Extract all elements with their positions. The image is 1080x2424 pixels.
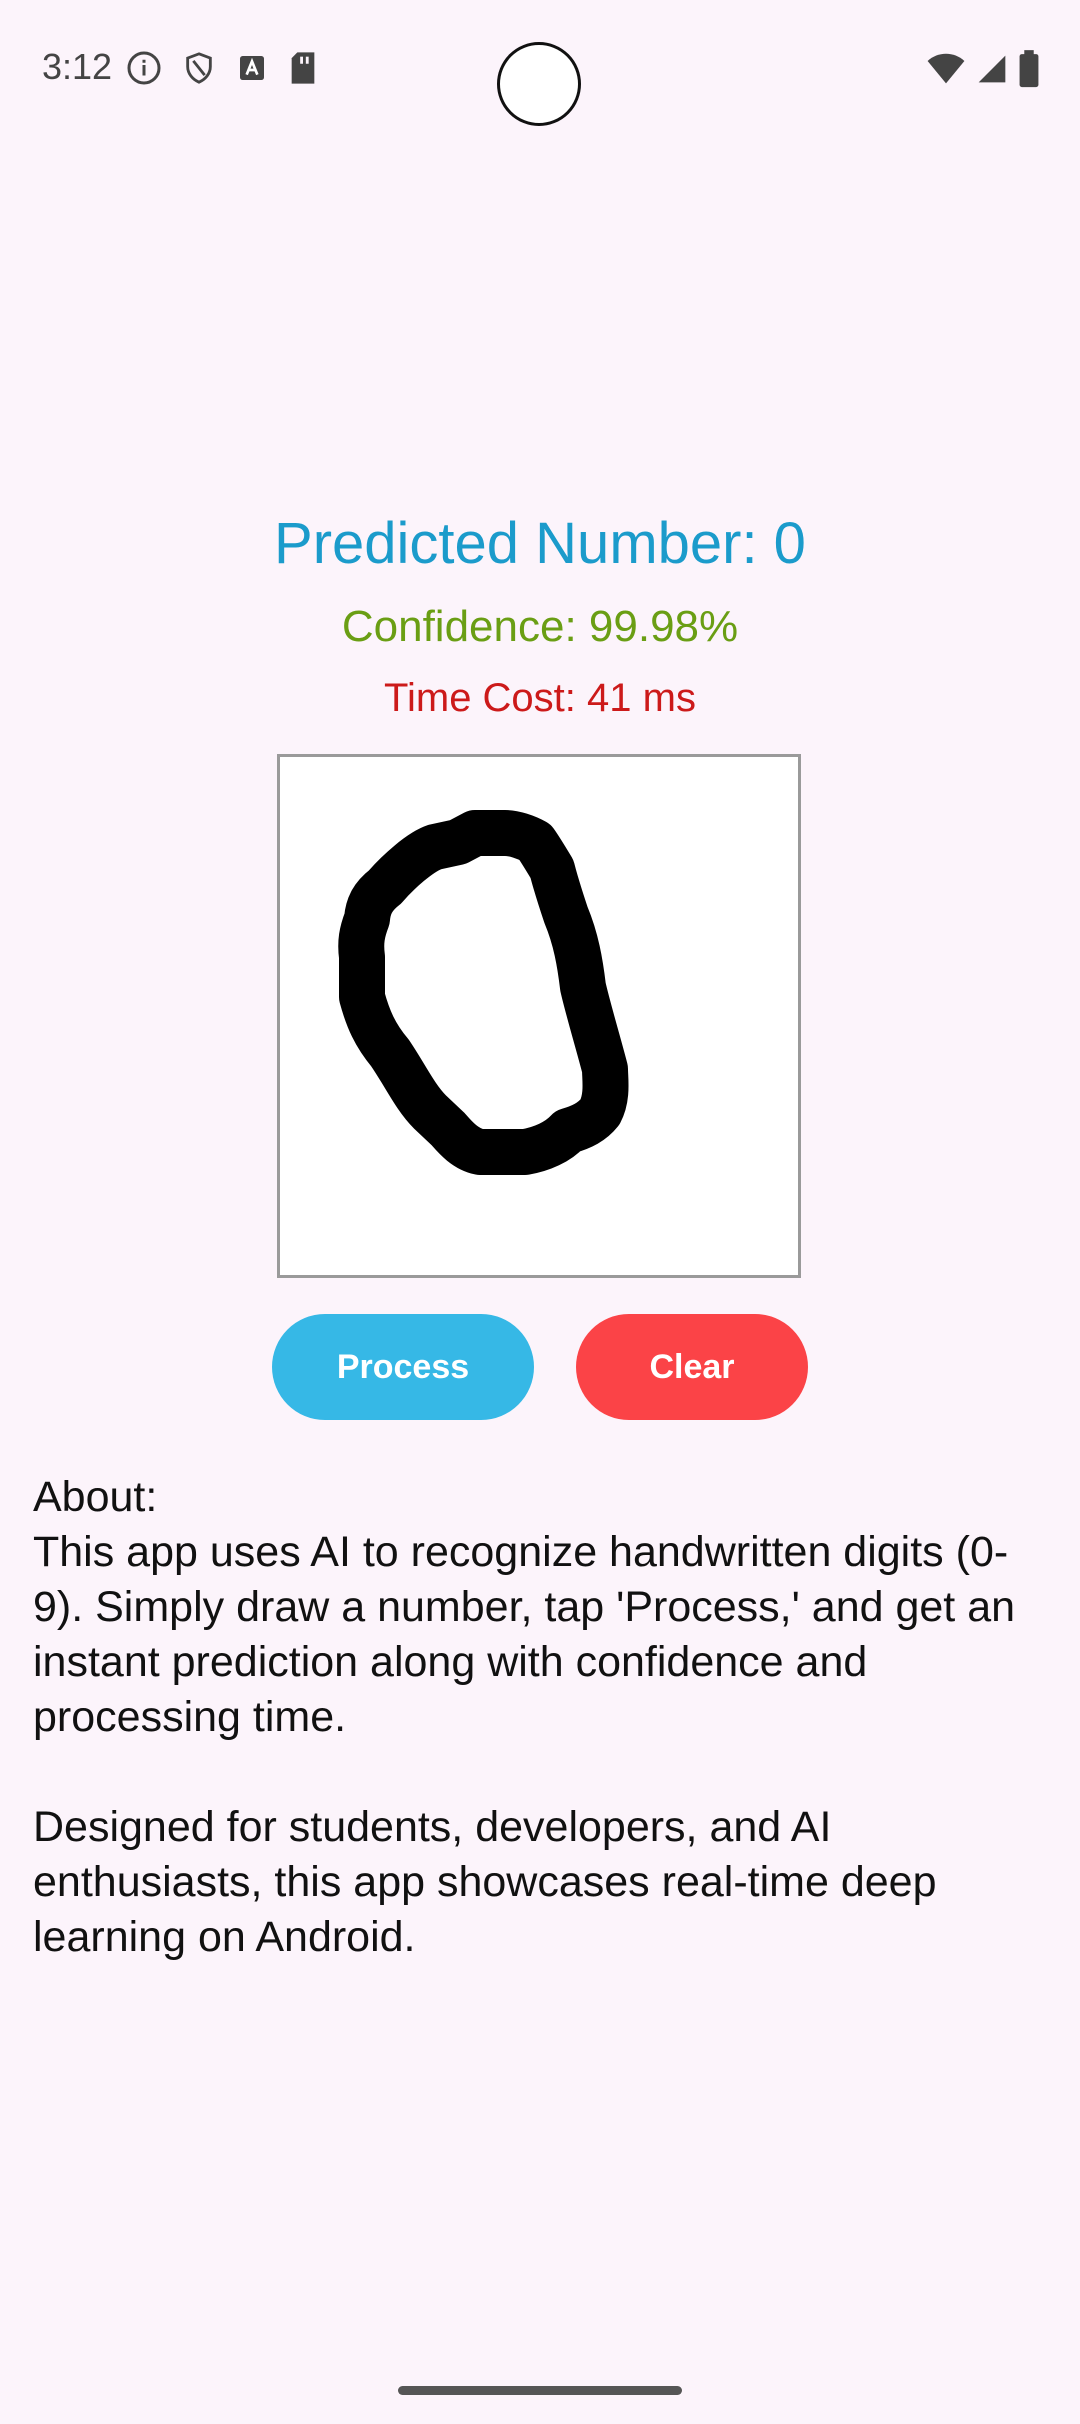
process-button[interactable]: Process [272,1314,534,1420]
time-cost-label: Time Cost: 41 ms [384,676,696,720]
info-icon [126,50,162,86]
keyboard-a-icon [236,52,268,84]
sd-card-icon [288,51,318,85]
clear-button[interactable]: Clear [576,1314,808,1420]
drawing-canvas[interactable] [277,754,801,1278]
about-section: About: This app uses AI to recognize han… [33,1470,1053,1965]
camera-cutout [497,42,581,126]
gesture-nav-handle[interactable] [398,2386,682,2395]
app-screen: 3:12 Predicted Number: 0 Confidence: 99.… [0,0,1080,2424]
about-paragraph-2: Designed for students, developers, and A… [33,1803,937,1961]
battery-icon [1018,50,1040,93]
wifi-icon [926,53,966,90]
confidence-label: Confidence: 99.98% [341,602,739,651]
status-icons-left [126,50,318,86]
handwritten-stroke [338,810,629,1175]
about-heading: About: [33,1473,158,1521]
shield-icon [182,50,216,86]
status-icons-right [926,50,1040,93]
about-paragraph-1: This app uses AI to recognize handwritte… [33,1528,1016,1741]
status-time: 3:12 [42,46,113,87]
status-bar: 3:12 [0,0,1080,140]
predicted-number-label: Predicted Number: 0 [274,511,806,576]
signal-icon [976,53,1008,90]
